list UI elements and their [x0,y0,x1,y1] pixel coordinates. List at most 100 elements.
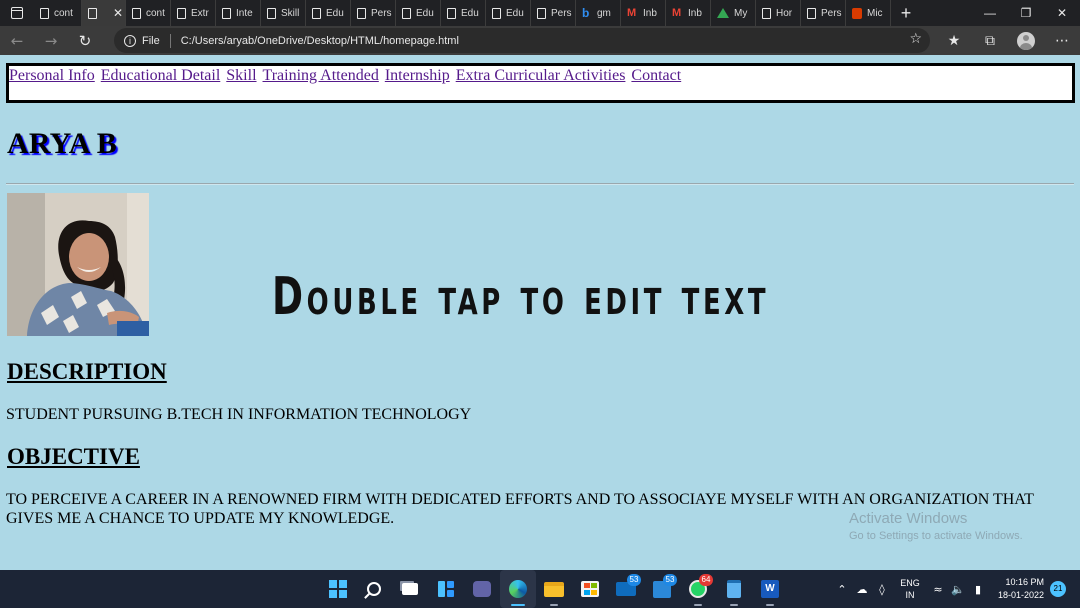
refresh-button[interactable]: ↻ [68,26,102,55]
language-indicator[interactable]: ENG IN [896,577,924,601]
office-icon [852,7,862,19]
browser-tab[interactable]: Pers [801,0,846,26]
tab-actions-button[interactable] [0,0,34,26]
whatsapp-button[interactable]: 64 [680,570,716,608]
nav-link-extra-curricular[interactable]: Extra Curricular Activities [456,67,626,84]
browser-tab[interactable]: Skill [261,0,306,26]
word-button[interactable]: W [752,570,788,608]
edge-browser-icon [509,580,527,598]
browser-tab[interactable]: Pers [351,0,396,26]
page-icon [177,7,186,19]
address-bar[interactable]: i File C:/Users/aryab/OneDrive/Desktop/H… [114,28,930,53]
taskbar-apps: 53 53 64 W [320,570,788,608]
wifi-icon[interactable]: ≈ [928,583,948,596]
tab-label: Inte [236,7,253,19]
battery-icon[interactable]: ▮ [968,583,988,596]
volume-icon[interactable]: 🔈 [948,583,968,596]
windows-start-icon [329,580,347,598]
tab-label: My [734,7,748,19]
gmail-icon: M [627,7,637,19]
nav-link-training-attended[interactable]: Training Attended [263,67,379,84]
page-icon [537,7,546,19]
microsoft-store-icon [581,581,599,597]
profile-button[interactable] [1008,26,1044,55]
store-button[interactable] [572,570,608,608]
gmail-icon: M [672,7,682,19]
browser-tab[interactable]: Edu [486,0,531,26]
start-button[interactable] [320,570,356,608]
color-picker-icon[interactable]: ◊ [872,583,892,596]
widgets-button[interactable] [428,570,464,608]
nav-link-internship[interactable]: Internship [385,67,450,84]
calendar-button[interactable]: 53 [644,570,680,608]
running-indicator [766,604,774,606]
tab-label: Edu [326,7,344,19]
search-icon [367,582,381,596]
clock[interactable]: 10:16 PM 18-01-2022 [992,576,1044,602]
search-button[interactable] [356,570,392,608]
address-scheme-label: File [142,34,160,47]
forward-button[interactable]: → [34,26,68,55]
close-tab-icon[interactable]: ✕ [113,6,123,20]
settings-menu-icon[interactable]: ⋯ [1044,26,1080,55]
language-region: IN [905,590,915,600]
tab-label: Pers [551,7,572,19]
browser-tab[interactable]: Edu [396,0,441,26]
new-tab-button[interactable]: + [891,0,921,26]
tab-label: Pers [371,7,392,19]
browser-tab[interactable]: b gm [576,0,621,26]
file-explorer-button[interactable] [536,570,572,608]
add-favorite-icon[interactable]: ☆ [909,31,922,47]
notepad-icon [727,580,741,598]
page-icon [267,7,276,19]
browser-tab[interactable]: Mic [846,0,891,26]
tab-label: Extr [191,7,209,19]
browser-tab-bar: cont ✕ cont Extr Inte Skill Edu Pers Edu Edu Edu Pe… [0,0,1080,26]
notepad-button[interactable] [716,570,752,608]
close-window-button[interactable]: ✕ [1044,0,1080,26]
browser-tab[interactable]: My [711,0,756,26]
mail-button[interactable]: 53 [608,570,644,608]
onedrive-cloud-icon[interactable]: ☁ [852,583,872,596]
browser-tab[interactable]: cont [34,0,82,26]
browser-tab[interactable]: Pers [531,0,576,26]
address-url[interactable]: C:/Users/aryab/OneDrive/Desktop/HTML/hom… [181,35,459,47]
google-drive-icon [717,8,729,18]
favorites-icon[interactable]: ★ [936,26,972,55]
profile-photo-image [7,193,149,336]
restore-button[interactable]: ❐ [1008,0,1044,26]
profile-photo [7,193,149,336]
edit-text-overlay[interactable]: Double tap to edit text [272,267,769,327]
nav-link-skill[interactable]: Skill [226,67,256,84]
running-indicator [730,604,738,606]
browser-tab[interactable]: Edu [306,0,351,26]
language-code: ENG [900,578,920,588]
word-icon: W [761,580,779,598]
back-button[interactable]: ← [0,26,34,55]
browser-tab[interactable]: Hor [756,0,801,26]
minimize-button[interactable]: — [972,0,1008,26]
browser-tab[interactable]: M Inb [666,0,711,26]
tab-label: Inb [688,7,702,19]
collections-icon[interactable]: ⧉ [972,26,1008,55]
nav-link-contact[interactable]: Contact [631,67,681,84]
running-indicator [694,604,702,606]
browser-tab[interactable]: cont [126,0,171,26]
browser-tab[interactable]: Extr [171,0,216,26]
notification-count-badge[interactable]: 21 [1050,581,1066,597]
show-hidden-icons-chevron-icon[interactable]: ⌃ [832,583,852,596]
horizontal-rule [6,183,1074,185]
browser-tab[interactable]: Edu [441,0,486,26]
teams-chat-button[interactable] [464,570,500,608]
edge-taskbar-button[interactable] [500,570,536,608]
browser-tab[interactable]: M Inb [621,0,666,26]
task-view-button[interactable] [392,570,428,608]
browser-tab[interactable]: ✕ [82,0,126,26]
task-view-icon [402,583,418,595]
description-text: STUDENT PURSUING B.TECH IN INFORMATION T… [6,406,472,423]
site-info-icon[interactable]: i [124,34,136,47]
nav-link-educational-detail[interactable]: Educational Detail [101,67,221,84]
browser-tab[interactable]: Inte [216,0,261,26]
nav-link-personal-info[interactable]: Personal Info [9,67,95,84]
profile-name: ARYA B [7,127,117,160]
